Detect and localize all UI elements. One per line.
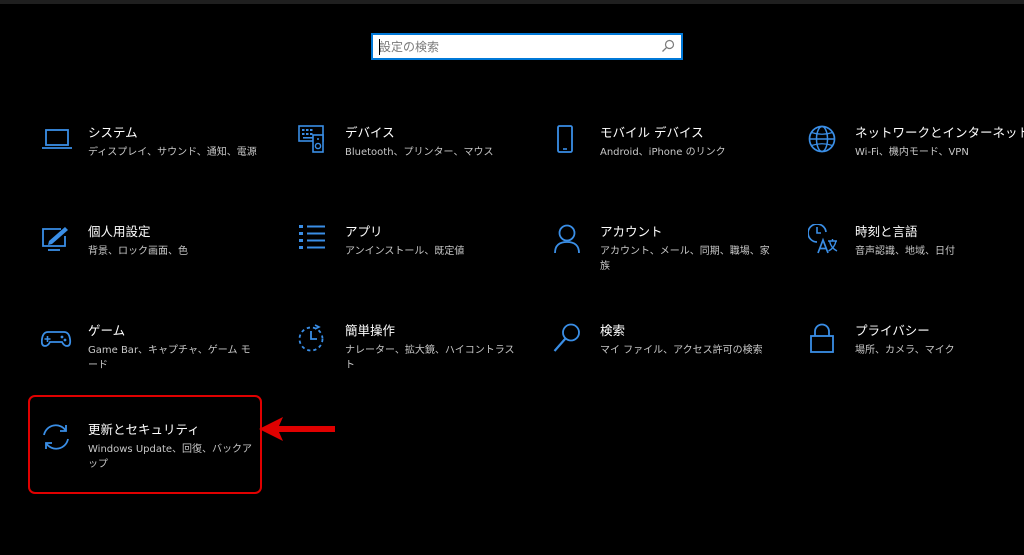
tile-network-internet[interactable]: ネットワークとインターネット Wi-Fi、機内モード、VPN — [808, 125, 1024, 185]
tile-title: アカウント — [600, 224, 663, 239]
tile-description: Wi-Fi、機内モード、VPN — [855, 147, 969, 158]
tile-title: 簡単操作 — [345, 323, 396, 338]
tile-search[interactable]: 検索 マイ ファイル、アクセス許可の検索 — [553, 323, 783, 383]
tile-title: モバイル デバイス — [600, 125, 704, 140]
tile-system[interactable]: システム ディスプレイ、サウンド、通知、電源 — [41, 125, 271, 185]
tile-description: アカウント、メール、同期、職場、家族 — [600, 246, 770, 272]
tile-time-language[interactable]: 時刻と言語 音声認識、地域、日付 — [808, 224, 1024, 284]
tile-title: アプリ — [345, 224, 383, 239]
laptop-icon — [42, 129, 72, 149]
tile-description: Game Bar、キャプチャ、ゲーム モード — [88, 345, 251, 371]
highlight-box — [28, 395, 262, 494]
ease-of-access-icon — [298, 324, 324, 352]
tile-title: ゲーム — [88, 323, 126, 338]
tile-description: 背景、ロック画面、色 — [88, 246, 188, 257]
time-language-icon — [808, 224, 838, 254]
magnifier-icon — [553, 323, 580, 352]
search-input[interactable] — [379, 38, 659, 56]
tile-accounts[interactable]: アカウント アカウント、メール、同期、職場、家族 — [553, 224, 783, 284]
tile-gaming[interactable]: ゲーム Game Bar、キャプチャ、ゲーム モード — [41, 323, 271, 383]
tile-title: 時刻と言語 — [855, 224, 918, 239]
lock-icon — [810, 323, 834, 353]
tile-description: アンインストール、既定値 — [345, 246, 465, 257]
tile-title: 検索 — [600, 323, 626, 338]
tile-title: システム — [88, 125, 138, 140]
tile-description: ディスプレイ、サウンド、通知、電源 — [88, 147, 257, 158]
tile-title: 個人用設定 — [88, 224, 151, 239]
gamepad-icon — [41, 331, 72, 347]
tile-description: ナレーター、拡大鏡、ハイコントラスト — [345, 345, 515, 371]
tile-title: デバイス — [345, 125, 395, 140]
tile-description: 場所、カメラ、マイク — [855, 345, 955, 356]
tile-description: マイ ファイル、アクセス許可の検索 — [600, 345, 763, 356]
tile-title: プライバシー — [855, 323, 930, 338]
tile-description: 音声認識、地域、日付 — [855, 246, 955, 257]
tile-description: Android、iPhone のリンク — [600, 147, 726, 158]
phone-icon — [557, 125, 573, 153]
text-caret — [379, 39, 380, 55]
search-icon[interactable] — [661, 39, 675, 53]
personalization-icon — [42, 227, 68, 251]
person-icon — [554, 224, 580, 254]
tile-personalization[interactable]: 個人用設定 背景、ロック画面、色 — [41, 224, 271, 284]
apps-list-icon — [299, 225, 325, 249]
tile-apps[interactable]: アプリ アンインストール、既定値 — [298, 224, 528, 284]
globe-icon — [808, 125, 836, 153]
settings-search-box[interactable] — [371, 33, 683, 60]
tile-mobile-devices[interactable]: モバイル デバイス Android、iPhone のリンク — [553, 125, 783, 185]
devices-icon — [298, 125, 324, 153]
tile-ease-of-access[interactable]: 簡単操作 ナレーター、拡大鏡、ハイコントラスト — [298, 323, 528, 383]
red-arrow-icon — [259, 417, 335, 441]
tile-devices[interactable]: デバイス Bluetooth、プリンター、マウス — [298, 125, 528, 185]
tile-privacy[interactable]: プライバシー 場所、カメラ、マイク — [808, 323, 1024, 383]
top-bar — [0, 0, 1024, 4]
tile-title: ネットワークとインターネット — [855, 125, 1024, 140]
tile-description: Bluetooth、プリンター、マウス — [345, 147, 494, 158]
